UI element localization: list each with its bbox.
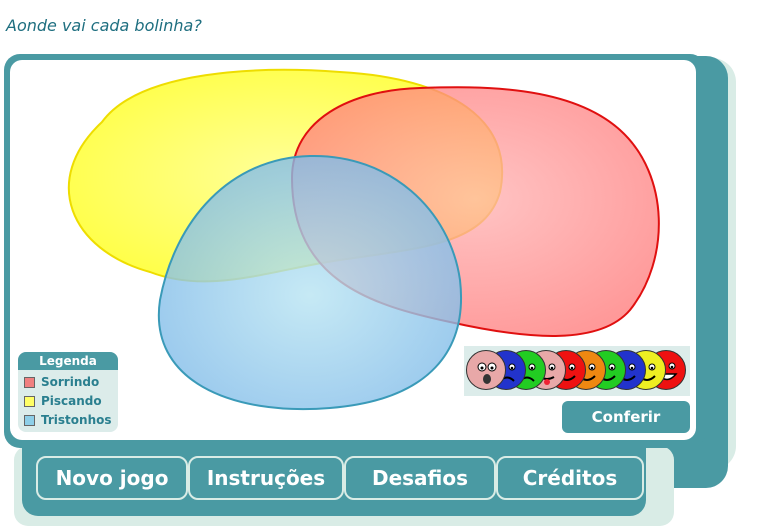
- legend-title: Legenda: [18, 352, 118, 370]
- page-title: Aonde vai cada bolinha?: [6, 16, 202, 35]
- tab-instructions[interactable]: Instruções: [188, 456, 344, 500]
- tab-credits[interactable]: Créditos: [496, 456, 644, 500]
- smiley-ball-surprised[interactable]: [466, 350, 506, 390]
- legend-item-tristonhos: Tristonhos: [24, 411, 112, 429]
- legend-swatch-blue: [24, 414, 35, 426]
- tab-new-game[interactable]: Novo jogo: [36, 456, 188, 500]
- legend-item-sorrindo: Sorrindo: [24, 373, 99, 391]
- check-button[interactable]: Conferir: [562, 401, 690, 433]
- legend-swatch-red: [24, 376, 35, 388]
- legend-item-label: Piscando: [41, 394, 102, 408]
- legend-panel: Legenda Sorrindo Piscando Tristonhos: [18, 352, 118, 432]
- legend-swatch-yellow: [24, 395, 35, 407]
- legend-item-piscando: Piscando: [24, 392, 102, 410]
- tab-challenges[interactable]: Desafios: [344, 456, 496, 500]
- legend-item-label: Sorrindo: [41, 375, 100, 389]
- legend-item-label: Tristonhos: [41, 413, 112, 427]
